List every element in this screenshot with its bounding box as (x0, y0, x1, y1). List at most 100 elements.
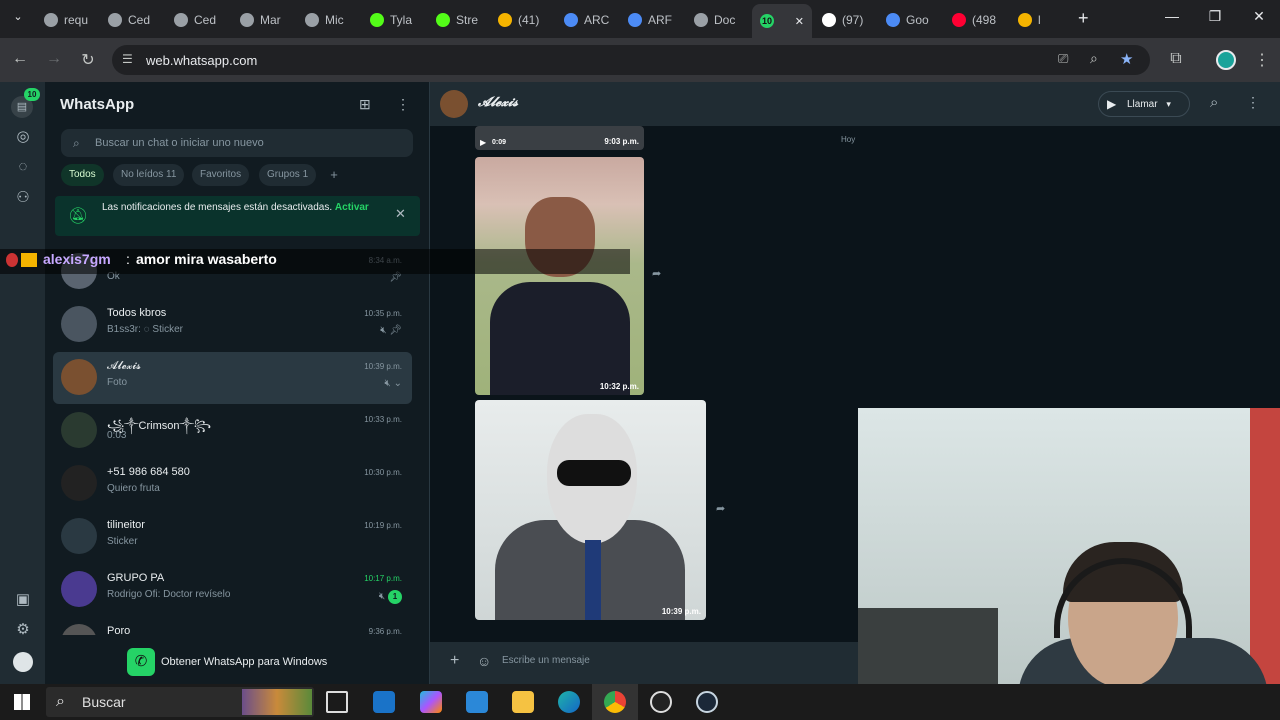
menu-icon[interactable]: ⋮ (396, 96, 410, 113)
video-icon: ▶ (480, 138, 487, 147)
filter-chip[interactable]: Favoritos (192, 164, 250, 186)
chat-last-message: B1ss3r: ◌ Sticker (107, 324, 183, 335)
browser-menu-icon[interactable]: ⋮ (1252, 50, 1272, 70)
new-chat-icon[interactable]: ⊞ (359, 96, 371, 113)
filter-chip[interactable]: Grupos 1 (259, 164, 317, 186)
enable-notifications-link[interactable]: Activar (335, 202, 369, 213)
browser-tab[interactable]: (97) (822, 6, 870, 34)
back-icon[interactable]: ← (10, 50, 30, 68)
close-window-button[interactable]: ✕ (1249, 8, 1269, 25)
chat-time: 10:19 p.m. (364, 521, 402, 530)
channels-icon[interactable]: ◌ (13, 158, 33, 178)
filter-chip[interactable]: Todos (61, 164, 104, 186)
chat-list-item[interactable]: Todos kbros B1ss3r: ◌ Sticker 10:35 p.m. 🔇︎… (53, 299, 412, 351)
tab-label: ARF (648, 13, 672, 27)
chat-time: 10:35 p.m. (364, 309, 402, 318)
zoom-icon[interactable]: ⌕ (1090, 50, 1098, 67)
add-filter-button[interactable]: + (323, 164, 345, 186)
chat-time: 10:17 p.m. (364, 574, 402, 583)
avatar (61, 518, 97, 554)
browser-tab[interactable]: Ced (108, 6, 156, 34)
new-tab-button[interactable]: + (1078, 8, 1089, 29)
forward-icon[interactable]: → (44, 50, 64, 68)
address-bar[interactable]: ☰ web.whatsapp.com ⎚ ⌕ ★ (112, 45, 1150, 75)
browser-tab[interactable]: Stre (436, 6, 484, 34)
chat-list-item[interactable]: +51 986 684 580 Quiero fruta 10:30 p.m. (53, 458, 412, 510)
store-icon[interactable] (466, 691, 488, 713)
browser-tab[interactable]: 10 ✕ (752, 4, 812, 38)
site-settings-icon[interactable]: ☰ (122, 52, 133, 66)
tab-favicon-icon (498, 13, 512, 27)
obs-icon[interactable] (650, 691, 672, 713)
browser-tab[interactable]: Mic (305, 6, 353, 34)
browser-tab[interactable]: ARC (564, 6, 612, 34)
bell-off-icon: 🔕︎ (68, 208, 89, 225)
browser-tab-strip: ⌄ requ Ced Ced Mar Mic Tyla Stre (41) ARC ARF Doc 1… (0, 0, 1280, 38)
forward-icon[interactable]: ➦ (652, 267, 661, 280)
install-app-icon[interactable]: ⎚ (1058, 51, 1068, 67)
tab-search-button[interactable]: ⌄ (8, 10, 28, 28)
browser-tab[interactable]: Mar (240, 6, 288, 34)
browser-tab[interactable]: requ (44, 6, 92, 34)
chat-list-item[interactable]: 𝓐𝓵𝓮𝔁𝓲𝓼 Foto 10:39 p.m. 🔇︎ ⌄ (53, 352, 412, 404)
get-app-link[interactable]: Obtener WhatsApp para Windows (161, 656, 327, 668)
message-input[interactable]: Escribe un mensaje (502, 655, 590, 666)
browser-tab[interactable]: Doc (694, 6, 740, 34)
reload-icon[interactable]: ↻ (78, 50, 98, 70)
search-icon[interactable]: ⌕ (1210, 94, 1218, 111)
outlook-icon[interactable] (373, 691, 395, 713)
stream-chat-overlay: alexis7gm : amor mira wasaberto (0, 249, 630, 274)
browser-tab[interactable]: (498 (952, 6, 1000, 34)
file-explorer-icon[interactable] (512, 691, 534, 713)
chat-list-item[interactable]: tilineitor Sticker 10:19 p.m. (53, 511, 412, 563)
emoji-icon[interactable]: ☺ (477, 653, 491, 669)
steam-icon[interactable] (696, 691, 718, 713)
start-icon[interactable] (14, 694, 30, 710)
extensions-icon[interactable]: ⧉ (1166, 50, 1186, 68)
tab-label: requ (64, 13, 89, 27)
chat-list-item[interactable]: ꧁༒Crimson༒꧂ 0:03 10:33 p.m. (53, 405, 412, 457)
attach-icon[interactable]: + (450, 652, 459, 670)
call-button[interactable]: ▶ Llamar ▾ (1098, 91, 1190, 117)
edge-icon[interactable] (558, 691, 580, 713)
browser-tab[interactable]: ARF (628, 6, 676, 34)
filter-chip[interactable]: No leídos 11 (113, 164, 185, 186)
communities-icon[interactable]: ⚇ (13, 188, 33, 208)
profile-avatar[interactable] (1216, 50, 1236, 70)
contact-avatar[interactable] (440, 90, 468, 118)
photo-message[interactable]: 10:39 p.m. (475, 400, 706, 620)
forward-icon[interactable]: ➦ (716, 502, 725, 515)
chat-list-item[interactable]: Poro 9:36 p.m. (53, 617, 412, 635)
browser-tab[interactable]: Tyla (370, 6, 414, 34)
avatar (61, 412, 97, 448)
browser-tab[interactable]: l (1018, 6, 1058, 34)
close-tab-icon[interactable]: ✕ (795, 15, 804, 28)
browser-tab[interactable]: Goo (886, 6, 938, 34)
close-icon[interactable]: ✕ (395, 206, 406, 222)
chrome-icon[interactable] (604, 691, 626, 713)
chat-time: 9:36 p.m. (368, 627, 402, 635)
chat-last-message: Quiero fruta (107, 483, 160, 494)
settings-icon[interactable]: ⚙ (13, 620, 33, 640)
profile-photo[interactable] (13, 652, 33, 672)
media-icon[interactable]: ▣ (13, 590, 33, 610)
search-input[interactable]: ⌕ Buscar un chat o iniciar uno nuevo (61, 129, 413, 157)
video-message[interactable]: ▶ 0:09 9:03 p.m. (475, 126, 644, 150)
browser-tab[interactable]: Ced (174, 6, 222, 34)
restore-button[interactable]: ❐ (1205, 8, 1225, 25)
contact-name[interactable]: 𝓐𝓵𝓮𝔁𝓲𝓼 (478, 95, 518, 110)
photo-message[interactable]: 10:32 p.m. (475, 157, 644, 395)
bookmark-star-icon[interactable]: ★ (1120, 50, 1133, 68)
tab-label: Mar (260, 13, 281, 27)
chat-time: 10:33 p.m. (364, 415, 402, 424)
chat-list-item[interactable]: GRUPO PA Rodrigo Ofi: Doctor revíselo 10:1… (53, 564, 412, 616)
copilot-icon[interactable] (420, 691, 442, 713)
minimize-button[interactable]: — (1162, 8, 1182, 24)
taskbar-search[interactable]: ⌕ Buscar (46, 687, 314, 717)
task-view-icon[interactable] (326, 691, 348, 713)
browser-tab[interactable]: (41) (498, 6, 546, 34)
tab-favicon-icon (108, 13, 122, 27)
status-icon[interactable]: ◎ (13, 127, 33, 147)
mute-icon: 🔇︎ ⌄ (384, 378, 402, 389)
menu-icon[interactable]: ⋮ (1246, 94, 1260, 111)
